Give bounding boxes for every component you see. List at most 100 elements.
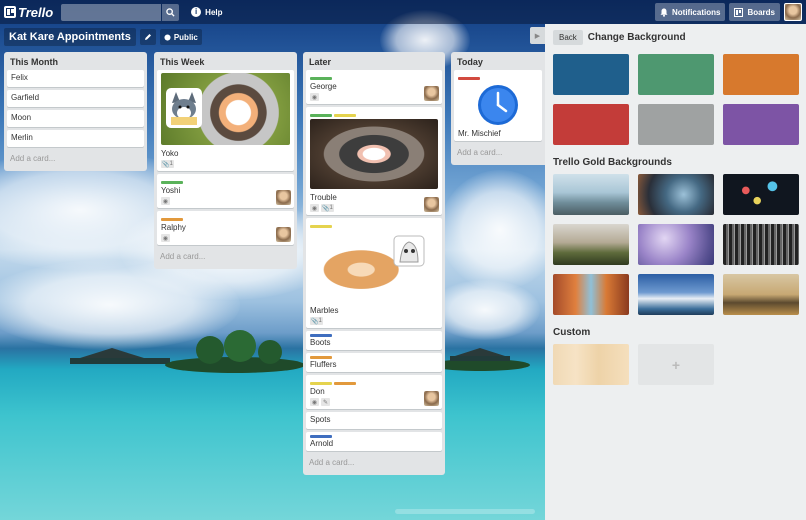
list-this-month: This Month Felix Garfield Moon Merlin Ad… — [4, 52, 147, 171]
card-merlin[interactable]: Merlin — [7, 130, 144, 147]
notifications-button[interactable]: Notifications — [654, 3, 726, 21]
bg-custom-wood[interactable] — [553, 344, 629, 385]
orange-label — [161, 218, 183, 221]
green-label — [310, 77, 332, 80]
attachment-badge: 📎 1 — [321, 204, 334, 212]
back-button[interactable]: Back — [553, 30, 583, 45]
list-title[interactable]: Later — [306, 54, 442, 70]
member-avatar[interactable] — [424, 197, 439, 212]
visibility-button[interactable]: Public — [159, 29, 202, 45]
card-title: Fluffers — [310, 360, 337, 369]
swatch-purple[interactable] — [723, 104, 799, 145]
add-card-link[interactable]: Add a card... — [306, 454, 442, 471]
clock-icon — [478, 85, 518, 125]
search-button[interactable] — [162, 3, 180, 21]
visibility-label: Public — [173, 32, 198, 42]
card-title: Boots — [310, 338, 331, 347]
board-header: Kat Kare Appointments Public — [4, 28, 202, 46]
boo-sticker — [393, 235, 425, 267]
list-later: Later George ◉ Trouble ◉ 📎 1 Marbles 📎 1 Bo… — [303, 52, 445, 475]
globe-icon — [164, 33, 171, 41]
yellow-label — [310, 382, 332, 385]
bg-canyon[interactable] — [553, 274, 629, 315]
trello-logo-icon — [4, 6, 16, 18]
eye-icon: ◉ — [310, 93, 319, 101]
search-input[interactable] — [61, 3, 162, 21]
swatch-orange[interactable] — [723, 54, 799, 95]
bg-bokeh[interactable] — [723, 174, 799, 215]
red-label — [458, 77, 480, 80]
card-yoshi[interactable]: Yoshi ◉ — [157, 174, 294, 208]
bg-purple-sparkle[interactable] — [638, 224, 714, 265]
user-avatar[interactable] — [784, 3, 802, 21]
custom-heading: Custom — [553, 327, 591, 338]
card-boots[interactable]: Boots — [306, 331, 442, 350]
swatch-green[interactable] — [638, 54, 714, 95]
list-title[interactable]: This Week — [157, 54, 294, 70]
orange-label — [334, 382, 356, 385]
eye-icon: ◉ — [161, 234, 170, 242]
cat-cover-image — [161, 73, 290, 145]
card-felix[interactable]: Felix — [7, 70, 144, 87]
boards-button[interactable]: Boards — [729, 3, 780, 21]
attachment-count: 1 — [318, 318, 322, 324]
help-link[interactable]: i Help — [191, 7, 223, 17]
orange-label — [310, 356, 332, 359]
card-fluffers[interactable]: Fluffers — [306, 353, 442, 372]
color-swatches — [553, 54, 799, 145]
horizontal-scrollbar[interactable] — [395, 509, 535, 514]
bg-grass-field[interactable] — [553, 224, 629, 265]
card-title: Yoko — [161, 149, 179, 158]
card-arnold[interactable]: Arnold — [306, 432, 442, 451]
swatch-gray[interactable] — [638, 104, 714, 145]
bg-mountain-mist[interactable] — [553, 174, 629, 215]
member-avatar[interactable] — [424, 391, 439, 406]
card-title: Spots — [310, 415, 331, 424]
eye-icon: ◉ — [310, 204, 319, 212]
green-label — [310, 114, 332, 117]
card-yoko[interactable]: Yoko 📎 1 — [157, 70, 294, 171]
card-title: Yoshi — [161, 186, 181, 195]
help-label: Help — [205, 7, 223, 17]
card-title: Moon — [11, 113, 32, 122]
card-george[interactable]: George ◉ — [306, 70, 442, 104]
card-garfield[interactable]: Garfield — [7, 90, 144, 107]
card-don[interactable]: Don ◉ ✎ — [306, 375, 442, 409]
card-ralphy[interactable]: Ralphy ◉ — [157, 211, 294, 245]
rename-board-button[interactable] — [139, 29, 156, 45]
card-moon[interactable]: Moon — [7, 110, 144, 127]
card-marbles[interactable]: Marbles 📎 1 — [306, 218, 442, 328]
sidebar-collapse-button[interactable]: ▶ — [530, 27, 545, 44]
bg-city-bw[interactable] — [723, 224, 799, 265]
card-title: Marbles — [310, 306, 339, 315]
card-spots[interactable]: Spots — [306, 412, 442, 429]
card-mr-mischief[interactable]: Mr. Mischief — [454, 70, 542, 141]
island-scene — [70, 330, 530, 373]
trello-logo[interactable]: Trello — [4, 5, 53, 20]
member-avatar[interactable] — [276, 227, 291, 242]
add-card-link[interactable]: Add a card... — [454, 144, 542, 161]
bg-alpine[interactable] — [638, 274, 714, 315]
add-card-link[interactable]: Add a card... — [157, 248, 294, 265]
swatch-red[interactable] — [553, 104, 629, 145]
card-title: Trouble — [310, 193, 337, 202]
search-icon — [166, 7, 175, 17]
list-title[interactable]: Today — [454, 54, 542, 70]
card-trouble[interactable]: Trouble ◉ 📎 1 — [306, 107, 442, 215]
board-title[interactable]: Kat Kare Appointments — [4, 28, 136, 46]
bg-nebula[interactable] — [638, 174, 714, 215]
card-title: Garfield — [11, 93, 40, 102]
chevron-right-icon: ▶ — [534, 32, 541, 40]
gold-backgrounds-heading: Trello Gold Backgrounds — [553, 157, 672, 168]
add-card-link[interactable]: Add a card... — [7, 150, 144, 167]
member-avatar[interactable] — [276, 190, 291, 205]
custom-backgrounds: + — [553, 344, 798, 385]
member-avatar[interactable] — [424, 86, 439, 101]
swatch-blue[interactable] — [553, 54, 629, 95]
panel-title: Change Background — [587, 32, 686, 43]
list-title[interactable]: This Month — [7, 54, 144, 70]
card-title: Don — [310, 387, 325, 396]
bg-sunset-tree[interactable] — [723, 274, 799, 315]
add-custom-background-button[interactable]: + — [638, 344, 714, 385]
card-title: Mr. Mischief — [458, 129, 501, 138]
